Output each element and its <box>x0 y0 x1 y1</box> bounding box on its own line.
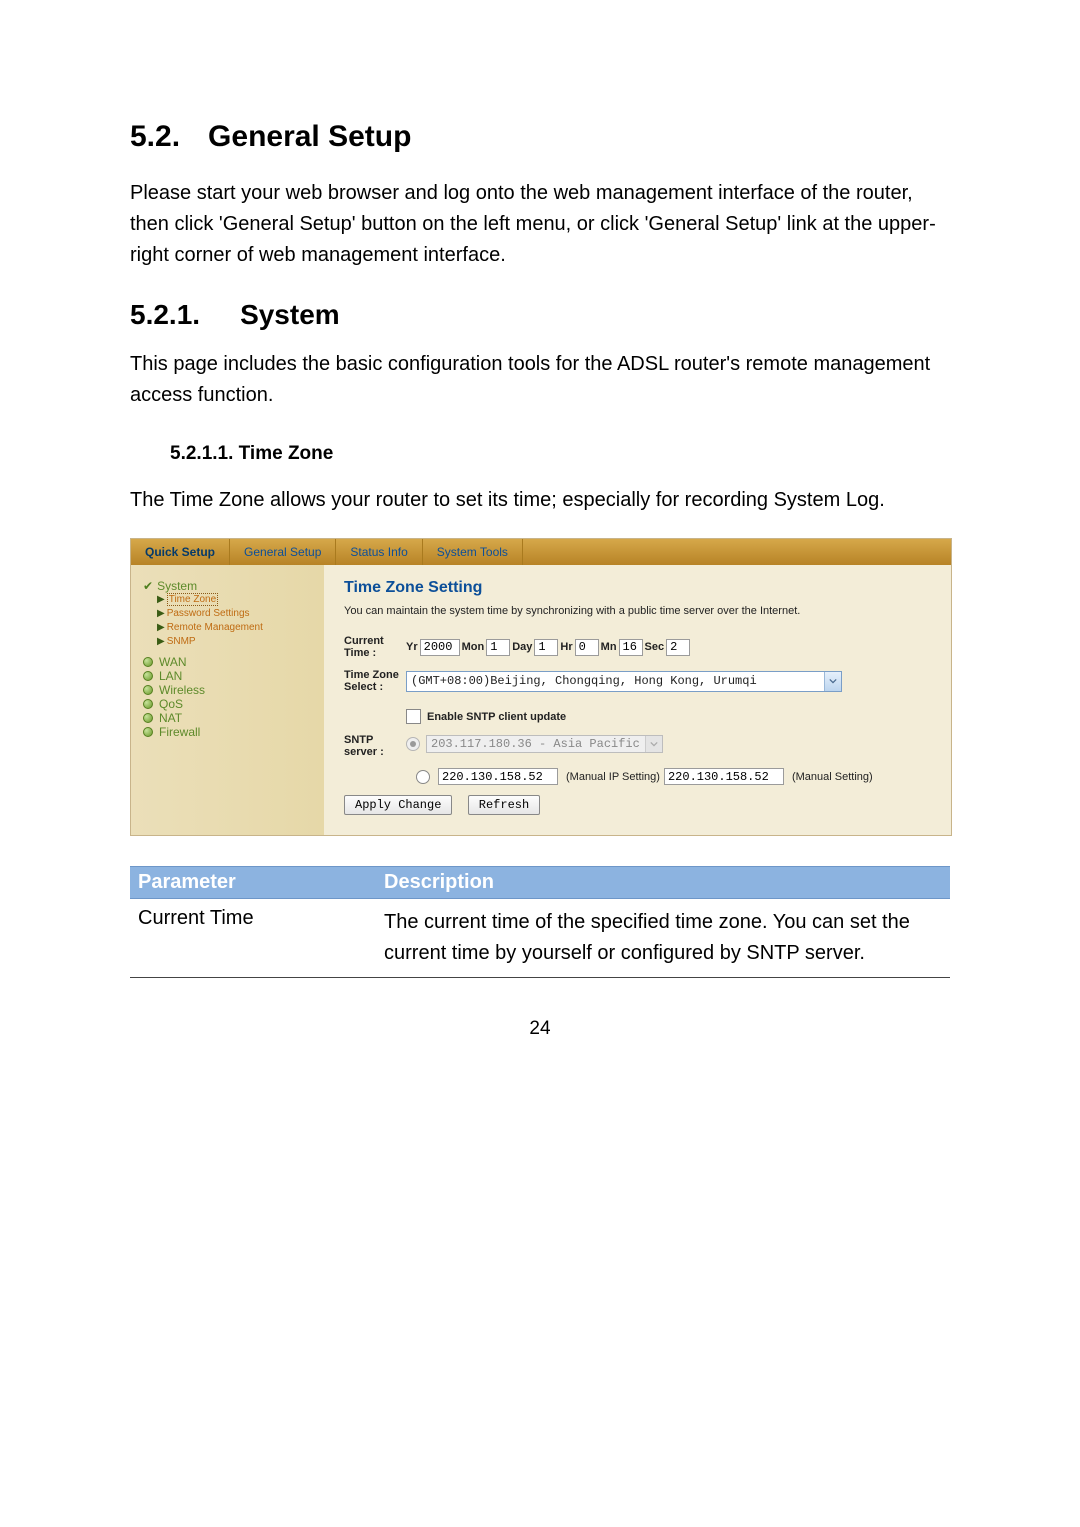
section-heading: 5.2. General Setup <box>130 120 950 154</box>
sidebar-system-label: System <box>157 579 197 593</box>
label-time-zone-select: Time Zone Select : <box>344 669 406 693</box>
router-content: Time Zone Setting You can maintain the s… <box>324 565 951 835</box>
tab-system-tools[interactable]: System Tools <box>423 539 523 565</box>
router-screenshot: Quick Setup General Setup Status Info Sy… <box>130 538 952 836</box>
label-mn: Mn <box>601 641 617 653</box>
sidebar-qos-label: QoS <box>159 697 183 711</box>
input-second[interactable] <box>666 639 690 656</box>
label-enable-sntp: Enable SNTP client update <box>427 711 566 723</box>
label-hr: Hr <box>560 641 572 653</box>
bullet-icon <box>143 671 153 681</box>
page-number: 24 <box>130 1018 950 1040</box>
label-day: Day <box>512 641 532 653</box>
sidebar-nat-label: NAT <box>159 711 182 725</box>
radio-sntp-manual[interactable] <box>416 770 430 784</box>
subsection-heading: 5.2.1. System <box>130 299 950 331</box>
input-month[interactable] <box>486 639 510 656</box>
checkbox-enable-sntp[interactable] <box>406 709 421 724</box>
tab-status-info-label: Status Info <box>350 545 407 559</box>
chevron-down-icon <box>824 672 841 691</box>
label-mon: Mon <box>462 641 485 653</box>
cell-description: The current time of the specified time z… <box>376 905 950 971</box>
tab-system-tools-label: System Tools <box>437 545 508 559</box>
bullet-icon <box>143 727 153 737</box>
parameter-table: Parameter Description Current Time The c… <box>130 866 950 978</box>
tab-status-info[interactable]: Status Info <box>336 539 422 565</box>
label-current-time: Current Time : <box>344 635 406 659</box>
table-header-description: Description <box>376 867 950 898</box>
bullet-icon <box>143 699 153 709</box>
panel-description: You can maintain the system time by sync… <box>344 605 935 617</box>
cell-parameter: Current Time <box>130 905 376 971</box>
table-header-row: Parameter Description <box>130 866 950 899</box>
intro-paragraph-3: The Time Zone allows your router to set … <box>130 485 950 516</box>
router-sidebar: ✔System ▶Time Zone ▶Password Settings ▶R… <box>131 565 324 835</box>
router-tab-bar: Quick Setup General Setup Status Info Sy… <box>131 539 951 565</box>
input-hour[interactable] <box>575 639 599 656</box>
label-sntp-server: SNTP server : <box>344 734 406 758</box>
select-sntp-preset-value: 203.117.180.36 - Asia Pacific <box>431 737 640 751</box>
sidebar-item-lan[interactable]: LAN <box>143 669 318 683</box>
sidebar-item-snmp[interactable]: SNMP <box>167 636 196 647</box>
sidebar-lan-label: LAN <box>159 669 182 683</box>
input-day[interactable] <box>534 639 558 656</box>
table-row: Current Time The current time of the spe… <box>130 899 950 978</box>
label-manual-setting: (Manual Setting) <box>792 771 873 783</box>
sidebar-item-wireless[interactable]: Wireless <box>143 683 318 697</box>
subsection-title: System <box>240 299 340 330</box>
select-time-zone-value: (GMT+08:00)Beijing, Chongqing, Hong Kong… <box>411 674 757 688</box>
subsubsection-heading: 5.2.1.1. Time Zone <box>170 443 950 465</box>
section-number: 5.2. <box>130 120 180 153</box>
input-minute[interactable] <box>619 639 643 656</box>
table-header-parameter: Parameter <box>130 867 376 898</box>
arrow-icon: ▶ <box>157 622 165 633</box>
sidebar-item-firewall[interactable]: Firewall <box>143 725 318 739</box>
select-time-zone[interactable]: (GMT+08:00)Beijing, Chongqing, Hong Kong… <box>406 671 842 692</box>
sidebar-item-time-zone[interactable]: Time Zone <box>167 593 218 606</box>
radio-sntp-preset[interactable] <box>406 737 420 751</box>
arrow-icon: ▶ <box>157 608 165 619</box>
tab-general-setup-label: General Setup <box>244 545 321 559</box>
subsection-number: 5.2.1. <box>130 299 200 330</box>
sidebar-item-nat[interactable]: NAT <box>143 711 318 725</box>
sidebar-item-wan[interactable]: WAN <box>143 655 318 669</box>
intro-paragraph-2: This page includes the basic configurati… <box>130 349 950 411</box>
tab-quick-setup[interactable]: Quick Setup <box>131 539 230 565</box>
apply-change-button[interactable]: Apply Change <box>344 795 452 815</box>
tab-general-setup[interactable]: General Setup <box>230 539 336 565</box>
sidebar-item-remote-management[interactable]: Remote Management <box>167 622 263 633</box>
input-manual-ip-2[interactable] <box>664 768 784 785</box>
refresh-button[interactable]: Refresh <box>468 795 540 815</box>
sidebar-wireless-label: Wireless <box>159 683 205 697</box>
chevron-down-icon <box>645 736 662 752</box>
input-manual-ip-1[interactable] <box>438 768 558 785</box>
select-sntp-preset[interactable]: 203.117.180.36 - Asia Pacific <box>426 735 663 753</box>
panel-title: Time Zone Setting <box>344 579 935 597</box>
sidebar-firewall-label: Firewall <box>159 725 200 739</box>
section-title: General Setup <box>208 120 411 153</box>
label-sec: Sec <box>645 641 665 653</box>
input-year[interactable] <box>420 639 460 656</box>
bullet-icon <box>143 657 153 667</box>
arrow-icon: ▶ <box>157 636 165 647</box>
sidebar-item-qos[interactable]: QoS <box>143 697 318 711</box>
arrow-icon: ▶ <box>157 594 165 605</box>
bullet-icon <box>143 713 153 723</box>
intro-paragraph-1: Please start your web browser and log on… <box>130 178 950 271</box>
sidebar-item-system[interactable]: ✔ System <box>143 579 318 593</box>
label-manual-ip-setting: (Manual IP Setting) <box>566 771 660 783</box>
label-yr: Yr <box>406 641 418 653</box>
tab-quick-setup-label: Quick Setup <box>145 545 215 559</box>
bullet-icon <box>143 685 153 695</box>
sidebar-wan-label: WAN <box>159 655 187 669</box>
sidebar-item-password-settings[interactable]: Password Settings <box>167 608 250 619</box>
check-icon: ✔ <box>143 579 153 593</box>
